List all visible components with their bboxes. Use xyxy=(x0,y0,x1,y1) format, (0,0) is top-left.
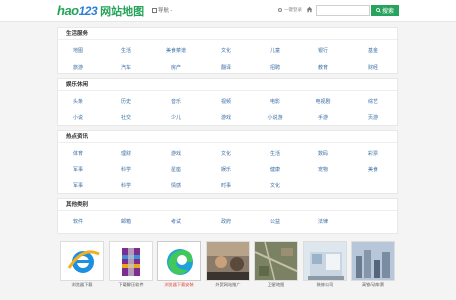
category-link[interactable]: 科学 xyxy=(121,182,131,189)
category-link[interactable]: 游戏 xyxy=(221,114,231,121)
category-link[interactable]: 军事 xyxy=(73,182,83,189)
thumbnail-caption: 浏览器下载 xyxy=(71,282,93,287)
category-link[interactable]: 生活 xyxy=(270,150,280,157)
category-link[interactable]: 基金 xyxy=(368,47,378,54)
category-link[interactable]: 视频 xyxy=(221,98,231,105)
category-link[interactable]: 数码 xyxy=(318,150,328,157)
category-link[interactable]: 文化 xyxy=(270,182,280,189)
city-icon xyxy=(351,241,395,281)
logo-hao: hao xyxy=(57,3,79,18)
category-link[interactable]: 小说 xyxy=(73,114,83,121)
thumbnail-caption: 高铁/动车票 xyxy=(361,282,385,287)
thumbnail-card[interactable]: 浏览器下载安装 xyxy=(157,241,201,289)
category-link[interactable]: 健康 xyxy=(270,166,280,173)
category-link[interactable]: 美食 xyxy=(368,166,378,173)
category-link[interactable]: 综艺 xyxy=(368,98,378,105)
category-link[interactable]: 房产 xyxy=(171,64,181,71)
category-link[interactable]: 儿童 xyxy=(270,47,280,54)
edge-browser-icon xyxy=(157,241,201,281)
category-link[interactable]: 宠物 xyxy=(318,166,328,173)
photo-icon xyxy=(206,241,250,281)
search-button-label: 搜索 xyxy=(381,9,394,15)
category-link[interactable]: 体育 xyxy=(73,150,83,157)
login-label: 一键登录 xyxy=(284,7,302,12)
nav-dropdown[interactable]: 导航 - xyxy=(152,6,172,14)
category-link[interactable]: 文化 xyxy=(221,47,231,54)
category-link[interactable]: 社交 xyxy=(121,114,131,121)
user-icon xyxy=(278,8,282,12)
category-panel: 娱乐休闲头条 历史 音乐 视频 电影 电视剧 综艺小说 社交 少儿 游戏 小说游 手游 页游 xyxy=(57,78,398,126)
category-link[interactable]: 法律 xyxy=(318,218,328,225)
category-link[interactable]: 科学 xyxy=(121,166,131,173)
category-panel: 生活服务地图 生活 美食菜谱 文化 儿童 银行 基金旅游 汽车 房产 翻译 招聘 教育 财经 xyxy=(57,27,398,74)
category-link[interactable]: 政府 xyxy=(221,218,231,225)
category-link[interactable]: 头条 xyxy=(73,98,83,105)
category-link[interactable]: 情感 xyxy=(171,182,181,189)
category-link[interactable]: 音乐 xyxy=(171,98,181,105)
category-link[interactable]: 彩票 xyxy=(368,150,378,157)
ie-browser-icon xyxy=(60,241,104,281)
grid-icon xyxy=(152,7,157,13)
category-link[interactable]: 财经 xyxy=(368,64,378,71)
map-icon xyxy=(254,241,298,281)
category-link[interactable]: 少儿 xyxy=(171,114,181,121)
category-link[interactable]: 军事 xyxy=(73,166,83,173)
category-link[interactable]: 娱乐 xyxy=(221,166,231,173)
thumbnail-caption: 装修公司 xyxy=(316,282,334,287)
category-link[interactable]: 页游 xyxy=(368,114,378,121)
thumbnail-card[interactable]: 高铁/动车票 xyxy=(351,241,395,289)
thumbnail-card[interactable]: 卫星地图 xyxy=(254,241,298,289)
category-link[interactable]: 软件 xyxy=(73,218,83,225)
category-link[interactable]: 游戏 xyxy=(171,150,181,157)
search-input[interactable] xyxy=(316,5,370,16)
thumbnail-caption: 下载解压软件 xyxy=(118,282,144,287)
category-link[interactable]: 小说游 xyxy=(267,114,282,121)
category-link[interactable]: 教育 xyxy=(318,64,328,71)
category-panel: 其他类别软件 邮箱 考试 政府 公益 法律 xyxy=(57,198,398,234)
category-link[interactable]: 星座 xyxy=(171,166,181,173)
category-link[interactable]: 理财 xyxy=(121,150,131,157)
category-link[interactable]: 生活 xyxy=(121,47,131,54)
category-link[interactable]: 电影 xyxy=(270,98,280,105)
category-link[interactable]: 翻译 xyxy=(221,64,231,71)
panel-title: 其他类别 xyxy=(58,199,397,211)
category-link[interactable]: 美食菜谱 xyxy=(166,47,186,54)
category-panel: 热点资讯 体育 理财 游戏 文化 生活 数码 彩票 军事 科学 星座 娱乐 健康 宠物 美食 军事 科学 情感 时事… xyxy=(57,130,398,194)
home-icon[interactable] xyxy=(306,6,313,13)
category-link[interactable]: 手游 xyxy=(318,114,328,121)
top-header: hao 123 网站地图 导航 - 一键登录 搜索 xyxy=(0,0,456,22)
one-click-login[interactable]: 一键登录 xyxy=(278,7,302,13)
category-link[interactable]: 招聘 xyxy=(270,64,280,71)
category-link[interactable]: 文化 xyxy=(221,150,231,157)
category-link[interactable]: 电视剧 xyxy=(315,98,330,105)
site-logo[interactable]: hao 123 网站地图 xyxy=(57,3,144,19)
panel-title: 生活服务 xyxy=(58,28,397,40)
thumbnail-caption: 卫星地图 xyxy=(267,282,285,287)
thumbnail-card[interactable]: 装修公司 xyxy=(303,241,347,289)
house-icon xyxy=(303,241,347,281)
featured-thumbnails: 浏览器下载 下载解压软件 浏览器下载安装 外贸网站推广 卫星地图 装修公司 高铁/动车票 xyxy=(57,241,398,291)
logo-subtitle: 网站地图 xyxy=(100,6,145,18)
category-link[interactable]: 地图 xyxy=(73,47,83,54)
category-link[interactable]: 汽车 xyxy=(121,64,131,71)
panel-title: 娱乐休闲 xyxy=(58,79,397,91)
thumbnail-card[interactable]: 浏览器下载 xyxy=(60,241,104,289)
search-button[interactable]: 搜索 xyxy=(371,5,399,16)
thumbnail-caption: 外贸网站推广 xyxy=(215,282,241,287)
thumbnail-card[interactable]: 下载解压软件 xyxy=(109,241,153,289)
winrar-icon xyxy=(109,241,153,281)
panel-title: 热点资讯 xyxy=(58,131,397,143)
search-icon xyxy=(376,8,381,13)
category-link[interactable]: 考试 xyxy=(171,218,181,225)
nav-label: 导航 - xyxy=(158,8,173,14)
thumbnail-caption: 浏览器下载安装 xyxy=(164,282,194,287)
thumbnail-card[interactable]: 外贸网站推广 xyxy=(206,241,250,289)
category-link[interactable]: 公益 xyxy=(270,218,280,225)
category-link[interactable]: 邮箱 xyxy=(121,218,131,225)
category-link[interactable]: 银行 xyxy=(318,47,328,54)
logo-number: 123 xyxy=(78,4,98,18)
category-link[interactable]: 时事 xyxy=(221,182,231,189)
category-link[interactable]: 历史 xyxy=(121,98,131,105)
category-link[interactable]: 旅游 xyxy=(73,64,83,71)
